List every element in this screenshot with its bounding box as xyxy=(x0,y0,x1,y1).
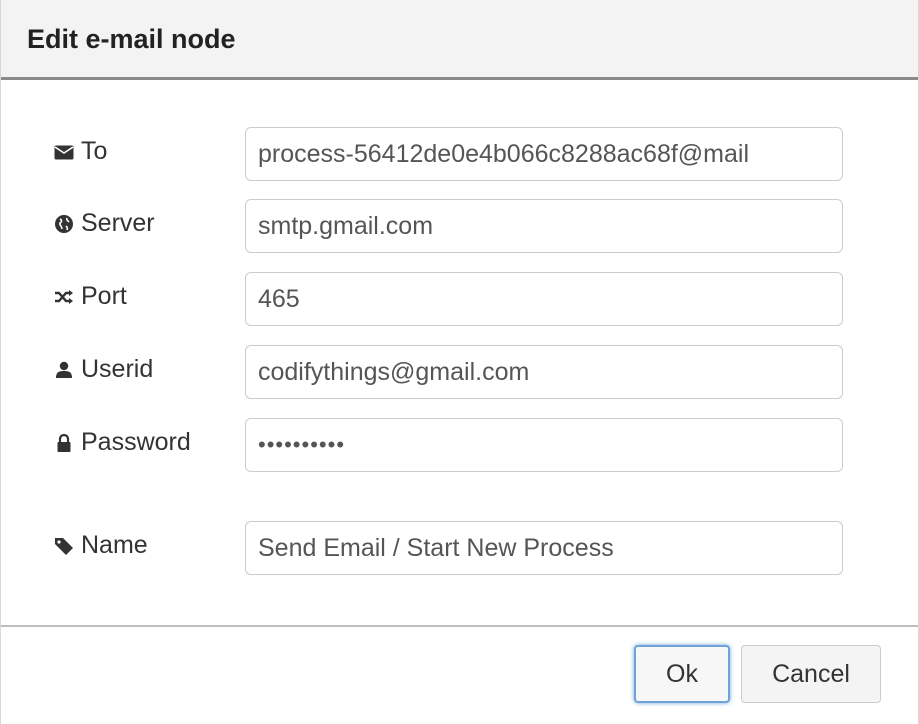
server-label: Server xyxy=(53,209,155,238)
edit-email-node-dialog: Edit e-mail node To process-56412de0e4b0… xyxy=(0,0,919,724)
password-label-text: Password xyxy=(81,428,191,456)
server-label-text: Server xyxy=(81,209,155,237)
cancel-button[interactable]: Cancel xyxy=(741,645,881,703)
password-row: Password •••••••••• xyxy=(1,418,918,472)
to-row: To process-56412de0e4b066c8288ac68f@mail xyxy=(1,127,918,181)
to-label: To xyxy=(53,137,107,166)
password-input[interactable]: •••••••••• xyxy=(245,418,843,472)
to-label-text: To xyxy=(81,137,108,165)
userid-label-text: Userid xyxy=(81,355,154,383)
name-label-text: Name xyxy=(81,531,148,559)
name-input[interactable]: Send Email / Start New Process xyxy=(245,521,843,575)
name-row: Name Send Email / Start New Process xyxy=(1,521,918,575)
user-icon xyxy=(53,359,75,381)
ok-button[interactable]: Ok xyxy=(634,645,730,703)
port-label-text: Port xyxy=(81,282,127,310)
port-label: Port xyxy=(53,282,127,311)
lock-icon xyxy=(53,432,75,454)
server-input[interactable]: smtp.gmail.com xyxy=(245,199,843,253)
userid-input[interactable]: codifythings@gmail.com xyxy=(245,345,843,399)
password-label: Password xyxy=(53,428,191,457)
port-input[interactable]: 465 xyxy=(245,272,843,326)
userid-row: Userid codifythings@gmail.com xyxy=(1,345,918,399)
dialog-title: Edit e-mail node xyxy=(27,24,236,54)
to-input[interactable]: process-56412de0e4b066c8288ac68f@mail xyxy=(245,127,843,181)
footer-divider xyxy=(1,625,918,627)
envelope-icon xyxy=(53,141,75,163)
port-row: Port 465 xyxy=(1,272,918,326)
userid-label: Userid xyxy=(53,355,153,384)
tag-icon xyxy=(53,535,75,557)
dialog-header: Edit e-mail node xyxy=(1,0,918,80)
globe-icon xyxy=(53,213,75,235)
server-row: Server smtp.gmail.com xyxy=(1,199,918,253)
name-label: Name xyxy=(53,531,148,560)
shuffle-icon xyxy=(53,286,75,308)
